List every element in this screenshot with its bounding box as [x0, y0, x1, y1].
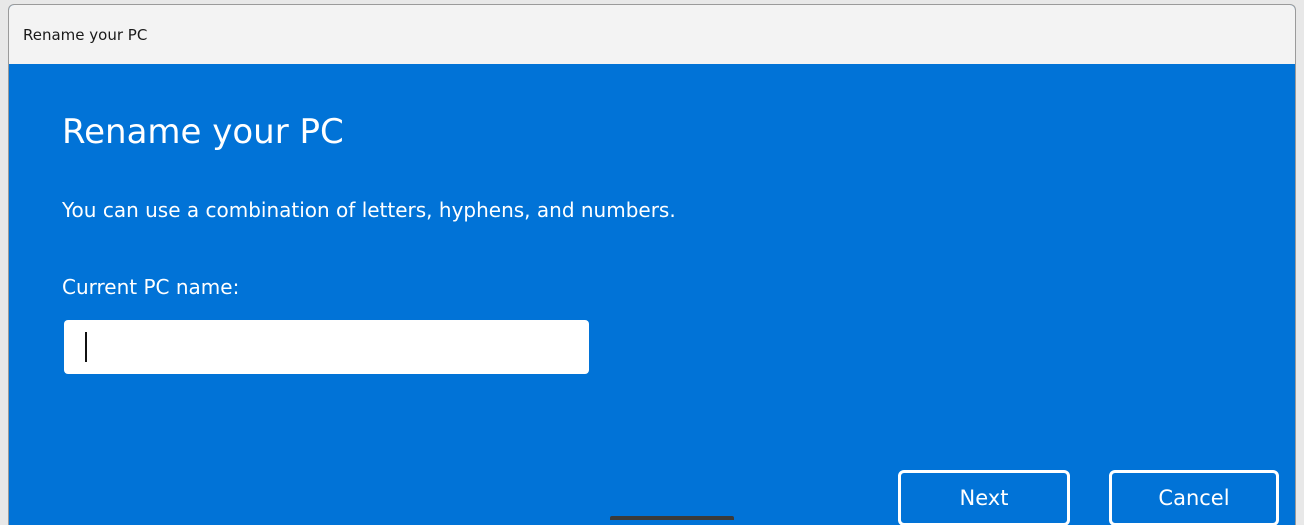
text-caret [85, 332, 87, 362]
pc-name-input[interactable] [64, 320, 589, 374]
current-name-label: Current PC name: [62, 275, 240, 299]
rename-pc-window: Rename your PC Rename your PC You can us… [8, 4, 1296, 525]
dialog-content: Rename your PC You can use a combination… [9, 64, 1295, 525]
title-bar[interactable]: Rename your PC [9, 5, 1295, 64]
taskbar-edge [610, 516, 734, 520]
next-button[interactable]: Next [898, 470, 1070, 525]
cancel-button[interactable]: Cancel [1109, 470, 1279, 525]
dialog-description: You can use a combination of letters, hy… [62, 198, 676, 222]
window-title: Rename your PC [23, 25, 148, 44]
dialog-heading: Rename your PC [62, 112, 344, 152]
